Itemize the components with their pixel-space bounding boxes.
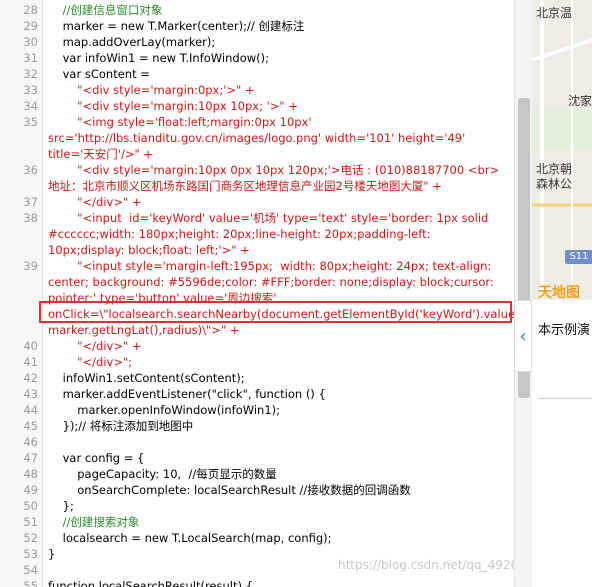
map-logo: 天地图 — [538, 285, 580, 301]
line-number: 33 — [23, 83, 38, 97]
collapse-button[interactable]: ‹ — [514, 300, 532, 372]
line-number: 36 — [23, 163, 38, 177]
code-text: "<input style='margin-left:195px; width:… — [48, 259, 519, 337]
code-text: "</div>" + — [48, 339, 142, 353]
code-text: var infoWin1 = new T.InfoWindow(); — [48, 51, 269, 65]
line-number: 53 — [23, 547, 38, 561]
code-text: marker.addEventListener("click", functio… — [48, 387, 326, 401]
line-number: 54 — [23, 563, 38, 577]
code-text: var sContent = — [48, 67, 150, 81]
blog-watermark: https://blog.csdn.net/qq_49267744 — [338, 558, 532, 572]
code-text: "<div style='margin:10px 0px 10px 120px;… — [48, 163, 500, 193]
line-number: 41 — [23, 355, 38, 369]
code-text: marker.openInfoWindow(infoWin1); — [48, 403, 281, 417]
code-text: "<div style='margin:10px 10px; '>" + — [48, 99, 298, 113]
line-number: 37 — [23, 195, 38, 209]
line-number: 39 — [23, 259, 38, 273]
code-text: var config = { — [48, 451, 145, 465]
code-text: //创建信息窗口对象 — [48, 3, 163, 17]
line-number: 40 — [23, 339, 38, 353]
code-text: "<input id='keyWord' value='机场' type='te… — [48, 211, 493, 257]
chevron-left-icon: ‹ — [519, 325, 527, 347]
line-number: 35 — [23, 115, 38, 129]
line-number: 45 — [23, 419, 38, 433]
line-number: 28 — [23, 3, 38, 17]
code-editor[interactable]: 28 //创建信息窗口对象 29 marker = new T.Marker(c… — [0, 0, 532, 587]
map-label: 沈家 — [568, 94, 592, 108]
road-badge: S11 — [565, 250, 592, 264]
code-text: localsearch = new T.LocalSearch(map, con… — [48, 531, 332, 545]
code-text: });// 将标注添加到地图中 — [48, 419, 194, 433]
code-text: }; — [48, 499, 74, 513]
line-number: 34 — [23, 99, 38, 113]
line-number: 50 — [23, 499, 38, 513]
code-text: pageCapacity: 10, //每页显示的数量 — [48, 467, 277, 481]
line-number: 42 — [23, 371, 38, 385]
side-panel-text: 本示例演 — [538, 323, 591, 338]
code-text: map.addOverLay(marker); — [48, 35, 216, 49]
line-number: 49 — [23, 483, 38, 497]
line-number: 43 — [23, 387, 38, 401]
line-number: 46 — [23, 435, 38, 449]
line-number: 47 — [23, 451, 38, 465]
side-panel — [532, 300, 592, 587]
line-number: 48 — [23, 467, 38, 481]
map-label: 森林公 — [536, 177, 573, 191]
line-number: 30 — [23, 35, 38, 49]
line-number: 51 — [23, 515, 38, 529]
line-number: 32 — [23, 67, 38, 81]
code-text: function localSearchResult(result) { — [48, 579, 253, 587]
line-number: 55 — [23, 579, 38, 587]
divider — [538, 398, 592, 399]
line-number: 44 — [23, 403, 38, 417]
highlight-box — [39, 301, 512, 323]
code-text: "</div>" + — [48, 195, 142, 209]
line-number: 29 — [23, 19, 38, 33]
code-text: marker = new T.Marker(center);// 创建标注 — [48, 19, 305, 33]
map-label: 北京温 — [536, 6, 573, 20]
code-text: "<img style='float:left;margin:0px 10px'… — [48, 115, 469, 161]
code-text: infoWin1.setContent(sContent); — [48, 371, 245, 385]
code-text: "<div style='margin:0px;'>" + — [48, 83, 255, 97]
code-text: "</div>"; — [48, 355, 133, 369]
line-number: 38 — [23, 211, 38, 225]
line-number: 31 — [23, 51, 38, 65]
code-text: onSearchComplete: localSearchResult //接收… — [48, 483, 411, 497]
vertical-scrollbar[interactable] — [514, 0, 533, 587]
code-text: //创建搜索对象 — [48, 515, 140, 529]
line-number: 52 — [23, 531, 38, 545]
